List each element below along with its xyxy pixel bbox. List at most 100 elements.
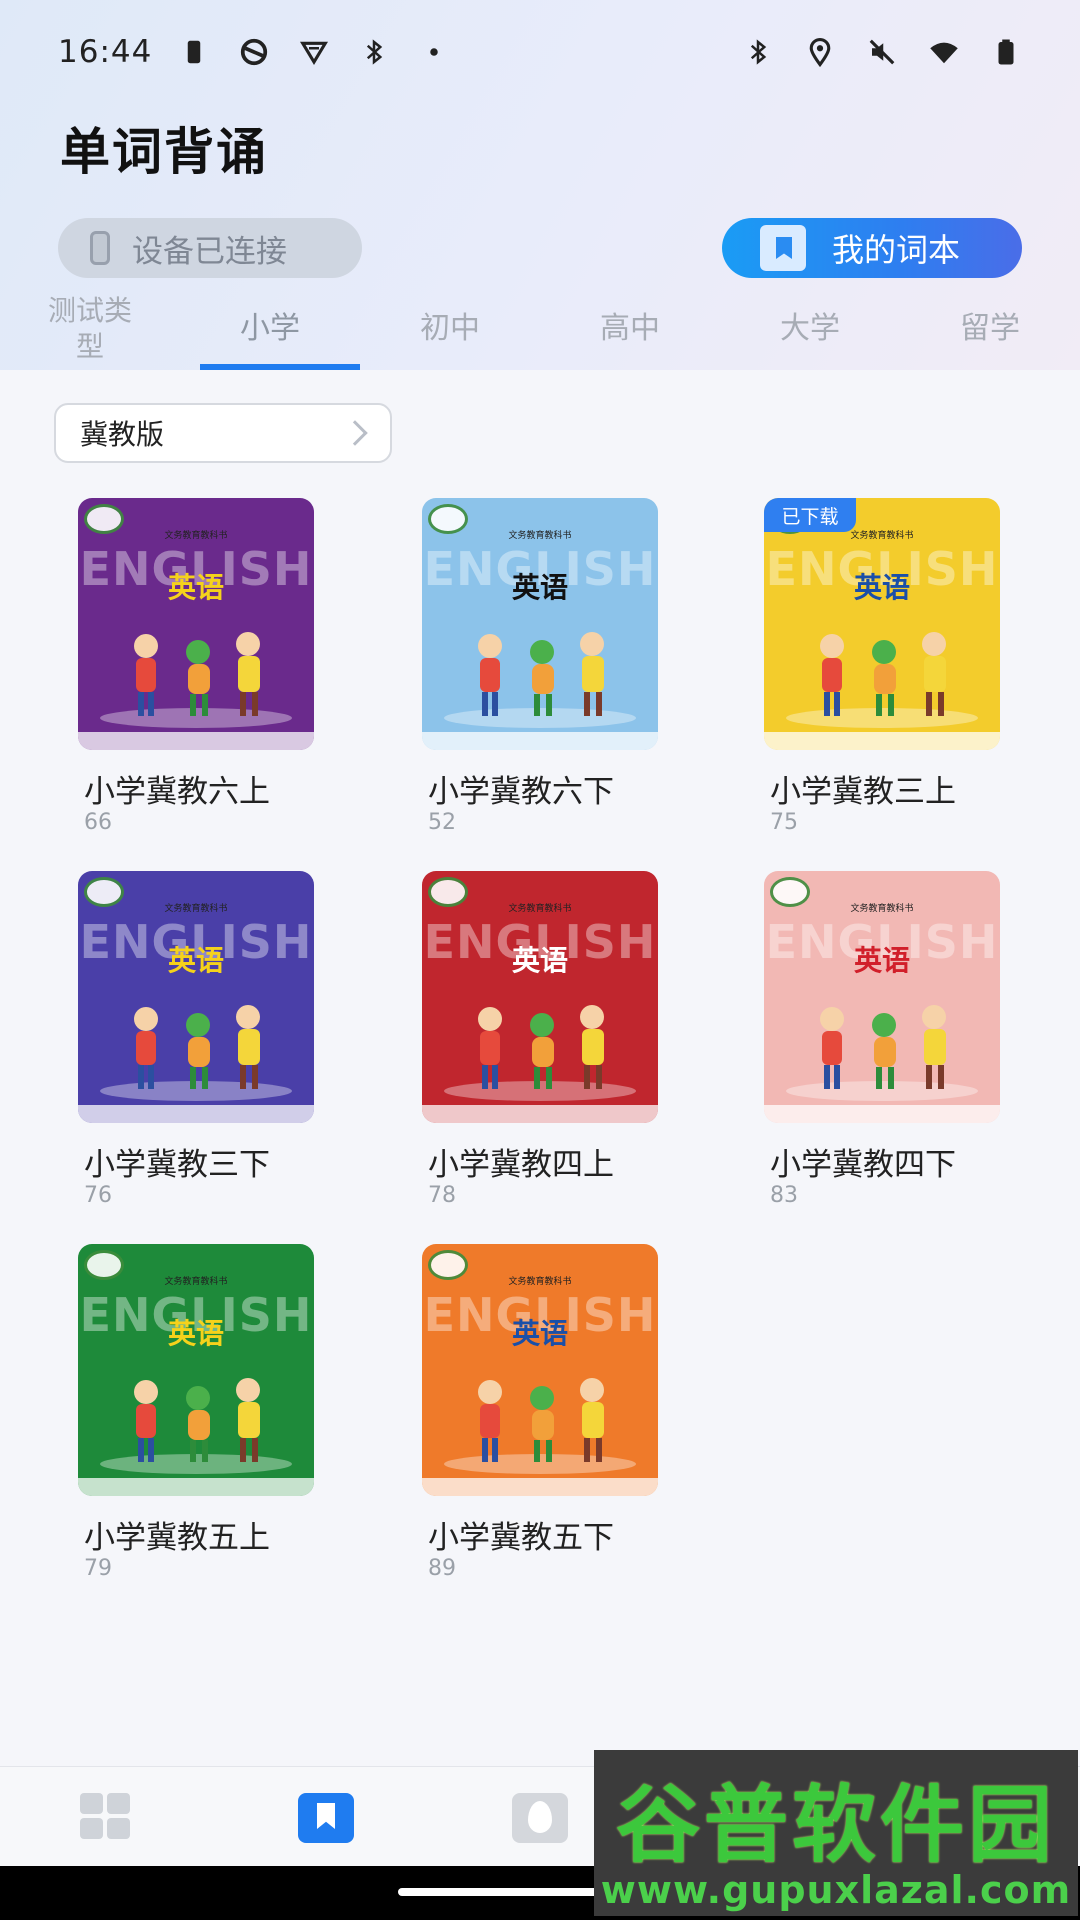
cover-series-text: 文务教育教科书 xyxy=(850,904,914,914)
book-cover[interactable]: 文务教育教科书 ENGLISH 英语 xyxy=(78,498,314,750)
bluetooth-icon xyxy=(358,36,390,68)
cover-illustration xyxy=(786,1005,978,1101)
book-cover[interactable]: 文务教育教科书 ENGLISH 英语 xyxy=(764,871,1000,1123)
battery-icon xyxy=(990,36,1022,68)
wifi-icon xyxy=(928,36,960,68)
book-card[interactable]: 文务教育教科书 ENGLISH 英语小学冀教四上 78 xyxy=(422,871,662,1221)
tab-label: 初中 xyxy=(420,311,480,346)
cover-illustration xyxy=(786,632,978,728)
book-title: 小学冀教五下 xyxy=(428,1520,614,1556)
book-cover[interactable]: 文务教育教科书 ENGLISH 英语 xyxy=(78,1244,314,1496)
cover-subject-text: 英语 xyxy=(511,571,568,604)
dashboard-icon[interactable] xyxy=(80,1793,136,1843)
book-word-count: 52 xyxy=(428,810,456,835)
cover-series-text: 文务教育教科书 xyxy=(508,531,572,541)
book-word-count: 75 xyxy=(770,810,798,835)
cover-subject-text: 英语 xyxy=(167,944,224,977)
book-cover[interactable]: 文务教育教科书 ENGLISH 英语 已下载 xyxy=(764,498,1000,750)
book-title: 小学冀教四下 xyxy=(770,1147,956,1183)
cover-footer xyxy=(764,732,1000,750)
header: 16:44 单词背诵 设备已连接 我的词本 测试类型 小学 初中 高中 大学 留… xyxy=(0,0,1080,370)
tab-label: 测试类型 xyxy=(47,294,132,363)
tab-university[interactable]: 大学 xyxy=(720,288,900,370)
cover-footer xyxy=(764,1105,1000,1123)
tab-label: 大学 xyxy=(780,311,840,346)
cover-series-text: 文务教育教科书 xyxy=(164,904,228,914)
cover-illustration xyxy=(100,1005,292,1101)
cover-series-text: 文务教育教科书 xyxy=(164,1277,228,1287)
book-word-count: 66 xyxy=(84,810,112,835)
tab-primary[interactable]: 小学 xyxy=(180,288,360,370)
edition-selector[interactable]: 冀教版 xyxy=(54,403,392,463)
book-title: 小学冀教六下 xyxy=(428,774,614,810)
cover-series-text: 文务教育教科书 xyxy=(508,1277,572,1287)
book-title: 小学冀教四上 xyxy=(428,1147,614,1183)
cover-illustration xyxy=(100,632,292,728)
mute-icon xyxy=(866,36,898,68)
level-tabs: 测试类型 小学 初中 高中 大学 留学 xyxy=(0,288,1080,370)
my-wordbook-label: 我的词本 xyxy=(832,231,961,269)
book-card[interactable]: 文务教育教科书 ENGLISH 英语 小学冀教四下 83 xyxy=(764,871,1004,1221)
cover-series-text: 文务教育教科书 xyxy=(508,904,572,914)
cover-illustration xyxy=(100,1378,292,1474)
tab-junior-high[interactable]: 初中 xyxy=(360,288,540,370)
cover-subject-text: 英语 xyxy=(167,571,224,604)
book-title: 小学冀教六上 xyxy=(84,774,270,810)
edition-label: 冀教版 xyxy=(80,418,165,451)
status-time: 16:44 xyxy=(58,34,153,70)
cover-footer xyxy=(78,732,314,750)
cover-series-text: 文务教育教科书 xyxy=(164,531,228,541)
bluetooth-icon xyxy=(742,36,774,68)
cover-illustration xyxy=(444,632,636,728)
book-cover[interactable]: 文务教育教科书 ENGLISH 英语 xyxy=(78,871,314,1123)
location-icon xyxy=(804,36,836,68)
cover-subject-text: 英语 xyxy=(511,944,568,977)
cover-subject-text: 英语 xyxy=(511,1317,568,1350)
tab-test-type[interactable]: 测试类型 xyxy=(0,288,180,370)
my-wordbook-button[interactable]: 我的词本 xyxy=(722,218,1022,278)
tab-label: 高中 xyxy=(600,311,660,346)
fire-icon[interactable] xyxy=(512,1793,568,1843)
cover-footer xyxy=(78,1478,314,1496)
wordbook-nav-icon[interactable] xyxy=(298,1793,354,1843)
book-cover[interactable]: 文务教育教科书 ENGLISH 英语 xyxy=(422,871,658,1123)
battery-saver-icon xyxy=(178,36,210,68)
book-title: 小学冀教五上 xyxy=(84,1520,270,1556)
watermark: 谷普软件园 www.gupuxlazal.com xyxy=(594,1750,1078,1916)
tab-senior-high[interactable]: 高中 xyxy=(540,288,720,370)
cover-footer xyxy=(422,732,658,750)
book-word-count: 78 xyxy=(428,1183,456,1208)
cover-subject-text: 英语 xyxy=(853,944,910,977)
wordbook-icon xyxy=(760,225,806,271)
book-card[interactable]: 文务教育教科书 ENGLISH 英语 已下载小学冀教三上 75 xyxy=(764,498,1004,848)
device-status-pill[interactable]: 设备已连接 xyxy=(58,218,362,278)
dot-icon xyxy=(418,36,450,68)
book-title: 小学冀教三上 xyxy=(770,774,956,810)
cover-illustration xyxy=(444,1005,636,1101)
page-title: 单词背诵 xyxy=(60,123,268,181)
shield-icon xyxy=(298,36,330,68)
device-status-label: 设备已连接 xyxy=(132,233,287,270)
book-word-count: 89 xyxy=(428,1556,456,1581)
book-card[interactable]: 文务教育教科书 ENGLISH 英语小学冀教五下 89 xyxy=(422,1244,662,1594)
status-bar: 16:44 xyxy=(0,28,1080,76)
book-card[interactable]: 文务教育教科书 ENGLISH 英语小学冀教五上 79 xyxy=(78,1244,318,1594)
downloaded-badge: 已下载 xyxy=(764,498,856,532)
book-card[interactable]: 文务教育教科书 ENGLISH 英语小学冀教三下 76 xyxy=(78,871,318,1221)
cover-subject-text: 英语 xyxy=(167,1317,224,1350)
watch-icon xyxy=(90,231,110,265)
book-title: 小学冀教三下 xyxy=(84,1147,270,1183)
tab-label: 留学 xyxy=(960,311,1020,346)
cover-illustration xyxy=(444,1378,636,1474)
book-cover[interactable]: 文务教育教科书 ENGLISH 英语 xyxy=(422,498,658,750)
watermark-url: www.gupuxlazal.com xyxy=(600,1868,1072,1912)
book-card[interactable]: 文务教育教科书 ENGLISH 英语小学冀教六下 52 xyxy=(422,498,662,848)
tab-study-abroad[interactable]: 留学 xyxy=(900,288,1080,370)
cover-footer xyxy=(78,1105,314,1123)
tab-label: 小学 xyxy=(240,311,300,346)
book-word-count: 76 xyxy=(84,1183,112,1208)
book-cover[interactable]: 文务教育教科书 ENGLISH 英语 xyxy=(422,1244,658,1496)
book-word-count: 79 xyxy=(84,1556,112,1581)
book-card[interactable]: 文务教育教科书 ENGLISH 英语小学冀教六上 66 xyxy=(78,498,318,848)
watermark-main: 谷普软件园 xyxy=(615,1776,1056,1874)
